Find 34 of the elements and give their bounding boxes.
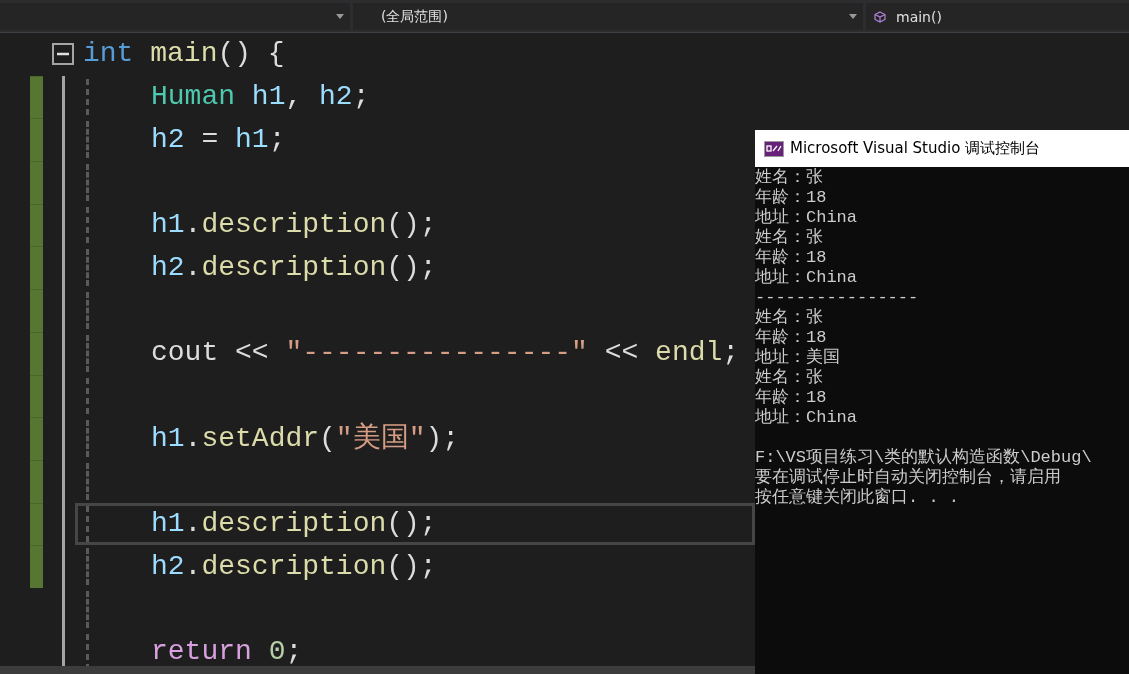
console-output-line: 年龄：18 — [755, 188, 827, 207]
scope-dropdown[interactable]: (全局范围) — [353, 3, 863, 30]
code-line: h1.description(); — [151, 209, 437, 242]
console-output-line: 地址：China — [755, 208, 857, 227]
console-app-icon — [764, 140, 784, 157]
scope-dropdown[interactable]: main() — [866, 3, 1129, 30]
caret-icon — [336, 14, 344, 19]
code-line: cout << "----------------" << endl; — [151, 337, 740, 370]
collapse-icon[interactable] — [52, 43, 74, 66]
caret-icon — [849, 14, 857, 19]
console-output-line: 年龄：18 — [755, 388, 827, 407]
code-line: h2.description(); — [151, 251, 437, 284]
code-line: h1.description(); — [151, 507, 437, 540]
console-output-line: 姓名：张 — [755, 368, 823, 387]
console-output-line: 姓名：张 — [755, 308, 823, 327]
code-line: Human h1, h2; — [151, 81, 370, 114]
code-line: h1.setAddr("美国"); — [151, 422, 460, 455]
console-output-line: 按任意键关闭此窗口. . . — [755, 488, 959, 507]
code-line: h2 = h1; — [151, 123, 286, 156]
cube-icon — [874, 10, 886, 23]
console-title: Microsoft Visual Studio 调试控制台 — [790, 139, 1041, 158]
console-output-line: 年龄：18 — [755, 248, 827, 267]
console-output-line: 地址：China — [755, 268, 857, 287]
console-output-line: F:\VS项目练习\类的默认构造函数\Debug\ — [755, 448, 1092, 467]
console-output-line: 地址：美国 — [755, 348, 840, 367]
console-output-line: 要在调试停止时自动关闭控制台，请启用 — [755, 468, 1061, 487]
code-line: int main() { — [83, 38, 285, 71]
console-output-line: 年龄：18 — [755, 328, 827, 347]
console-output-line: 姓名：张 — [755, 228, 823, 247]
code-line: h2.description(); — [151, 550, 437, 583]
console-output-line: 地址：China — [755, 408, 857, 427]
code-line: return 0; — [151, 635, 303, 668]
console-output-line: 姓名：张 — [755, 168, 823, 187]
console-output-line: ---------------- — [755, 288, 919, 307]
